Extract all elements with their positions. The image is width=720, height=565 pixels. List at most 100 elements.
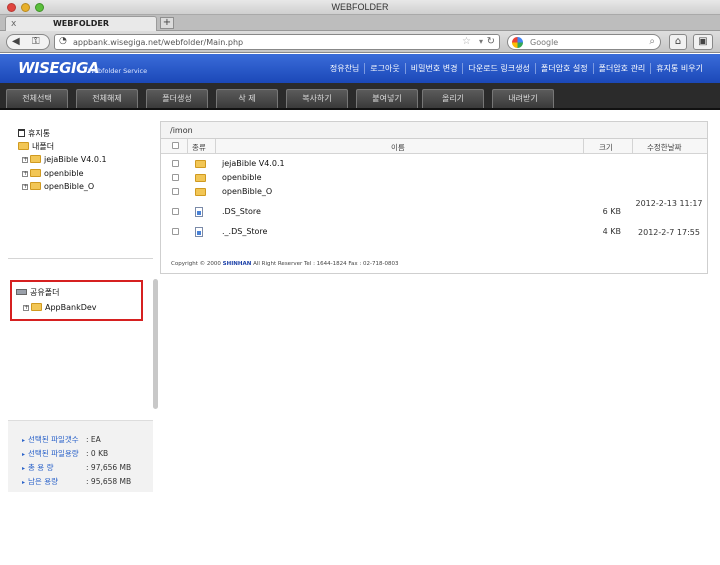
row-checkbox[interactable] xyxy=(172,160,179,167)
window-title: WEBFOLDER xyxy=(331,2,389,12)
create-folder-button[interactable]: 폴더생성 xyxy=(146,89,208,108)
file-name[interactable]: openbible xyxy=(222,173,262,182)
file-size: 4 KB xyxy=(602,227,621,236)
current-path: /imon xyxy=(170,126,193,135)
row-checkbox[interactable] xyxy=(172,188,179,195)
window-menu-button[interactable]: ▣ xyxy=(693,34,713,50)
file-name[interactable]: jejaBible V4.0.1 xyxy=(222,159,285,168)
delete-button[interactable]: 삭 제 xyxy=(216,89,278,108)
url-text[interactable]: appbank.wisegiga.net/webfolder/Main.php xyxy=(73,38,243,47)
file-row[interactable]: openbible xyxy=(161,172,707,186)
reload-icon[interactable]: ↻ xyxy=(487,36,495,47)
file-date: 2012-2-7 17:55 xyxy=(638,228,700,237)
browser-tab[interactable]: x WEBFOLDER xyxy=(5,16,157,31)
tree-item-folder[interactable]: + openBible_O xyxy=(22,182,94,191)
trash-label: 휴지통 xyxy=(28,129,51,138)
row-checkbox[interactable] xyxy=(172,228,179,235)
copy-button[interactable]: 복사하기 xyxy=(286,89,348,108)
stat-label: 선택된 파일갯수 xyxy=(28,435,79,444)
stat-total-capacity: ▸ 총 용 량: 97,656 MB xyxy=(22,463,132,472)
select-all-button[interactable]: 전체선택 xyxy=(6,89,68,108)
tree-item-folder[interactable]: + jejaBible V4.0.1 xyxy=(22,155,107,164)
file-name[interactable]: .DS_Store xyxy=(222,207,261,216)
folder-password-set-link[interactable]: 폴더암호 설정 xyxy=(534,63,593,74)
shared-folder-label: 공유폴더 xyxy=(30,288,60,297)
back-icon[interactable]: ◀ xyxy=(12,36,20,47)
my-folder-label: 내폴더 xyxy=(32,142,55,151)
stat-value: : 0 KB xyxy=(86,449,109,458)
copyright-brand: SHINHAN xyxy=(222,261,252,267)
logout-link[interactable]: 로그아웃 xyxy=(364,63,404,74)
search-icon[interactable]: ⌕ xyxy=(649,36,655,47)
file-list-panel: /imon 종류 이름 크기 수정한날짜 jejaBible V4.0.1 op… xyxy=(160,121,708,274)
file-row[interactable]: ._.DS_Store 4 KB 2012-2-7 17:55 xyxy=(161,224,707,238)
row-checkbox[interactable] xyxy=(172,174,179,181)
site-icon: ◔ xyxy=(59,36,67,46)
stat-selected-count: ▸ 선택된 파일갯수: EA xyxy=(22,435,101,444)
stat-remaining: ▸ 남은 용량: 95,658 MB xyxy=(22,477,132,486)
tree-item-trash[interactable]: 휴지통 xyxy=(18,128,50,139)
deselect-all-button[interactable]: 전체해제 xyxy=(76,89,138,108)
expand-icon[interactable]: + xyxy=(22,184,28,190)
tree-item-shared[interactable]: + AppBankDev xyxy=(23,303,97,312)
folder-icon xyxy=(30,155,41,163)
folder-icon xyxy=(195,188,206,196)
google-icon xyxy=(512,37,523,48)
home-button[interactable]: ⌂ xyxy=(669,34,687,50)
tree-item-shared-folder[interactable]: 공유폴더 xyxy=(16,287,59,298)
stat-label: 남은 용량 xyxy=(28,477,58,486)
logo[interactable]: WISEGIGA xyxy=(18,59,100,77)
expand-icon[interactable]: + xyxy=(23,305,29,311)
shared-item-label: AppBankDev xyxy=(45,303,97,312)
history-dropdown-icon[interactable]: ▾ xyxy=(479,37,483,46)
site-header: WISEGIGA Webfolder Service 정유찬님 로그아웃 비밀번… xyxy=(0,54,720,83)
bookmark-star-icon[interactable]: ☆ xyxy=(462,36,471,47)
storage-stats: ▸ 선택된 파일갯수: EA ▸ 선택된 파일용량: 0 KB ▸ 총 용 량: 97… xyxy=(8,420,153,492)
folder-icon xyxy=(195,174,206,182)
address-bar[interactable]: ◔ appbank.wisegiga.net/webfolder/Main.ph… xyxy=(54,34,500,50)
pane-divider xyxy=(8,258,153,259)
file-name[interactable]: openBible_O xyxy=(222,187,272,196)
key-icon[interactable]: ⚿ xyxy=(32,36,40,47)
stat-value: : 95,658 MB xyxy=(86,477,132,486)
copyright-text: Copyright © 2000 SHINHAN All Right Reser… xyxy=(171,261,399,267)
expand-icon[interactable]: + xyxy=(22,171,28,177)
search-input[interactable]: Google ⌕ xyxy=(507,34,661,50)
folder-password-manage-link[interactable]: 폴더암호 관리 xyxy=(592,63,651,74)
column-size[interactable]: 크기 xyxy=(599,142,613,153)
expand-icon[interactable]: + xyxy=(22,157,28,163)
row-checkbox[interactable] xyxy=(172,208,179,215)
shared-folder-highlight: 공유폴더 + AppBankDev xyxy=(10,280,143,321)
column-name[interactable]: 이름 xyxy=(391,142,405,153)
tree-scrollbar[interactable] xyxy=(153,279,158,409)
upload-button[interactable]: 올리기 xyxy=(422,89,484,108)
stat-label: 선택된 파일용량 xyxy=(28,449,79,458)
folder-icon xyxy=(18,142,29,150)
user-name: 정유찬님 xyxy=(329,64,360,73)
file-row[interactable]: jejaBible V4.0.1 xyxy=(161,158,707,172)
download-link-create-link[interactable]: 다운로드 링크생성 xyxy=(462,63,534,74)
nav-buttons: ◀ ⚿ xyxy=(6,34,50,50)
file-icon xyxy=(195,227,203,237)
paste-button[interactable]: 붙여넣기 xyxy=(356,89,418,108)
file-row[interactable]: .DS_Store 6 KB 2012-2-13 11:17 xyxy=(161,198,707,224)
empty-trash-link[interactable]: 휴지통 비우기 xyxy=(650,63,708,74)
file-icon xyxy=(195,207,203,217)
stat-selected-size: ▸ 선택된 파일용량: 0 KB xyxy=(22,449,109,458)
tree-item-folder[interactable]: + openbible xyxy=(22,169,84,178)
tree-item-my-folder[interactable]: 내폴더 xyxy=(18,141,54,152)
tab-label: WEBFOLDER xyxy=(52,19,109,28)
column-modified[interactable]: 수정한날짜 xyxy=(647,142,682,153)
download-button[interactable]: 내려받기 xyxy=(492,89,554,108)
change-password-link[interactable]: 비밀번호 변경 xyxy=(404,63,463,74)
browser-toolbar: ◀ ⚿ ◔ appbank.wisegiga.net/webfolder/Mai… xyxy=(0,31,720,53)
select-all-checkbox[interactable] xyxy=(172,142,179,149)
new-tab-button[interactable]: + xyxy=(160,17,174,29)
folder-label: openBible_O xyxy=(44,182,95,191)
top-nav: 정유찬님 로그아웃 비밀번호 변경 다운로드 링크생성 폴더암호 설정 폴더암호… xyxy=(325,63,708,74)
stat-value: : EA xyxy=(86,435,101,444)
column-type[interactable]: 종류 xyxy=(192,142,206,153)
tab-bar: x WEBFOLDER + xyxy=(0,15,720,31)
copyright-rest: All Right Reserver Tel : 1644-1824 Fax :… xyxy=(253,261,399,267)
file-name[interactable]: ._.DS_Store xyxy=(222,227,267,236)
